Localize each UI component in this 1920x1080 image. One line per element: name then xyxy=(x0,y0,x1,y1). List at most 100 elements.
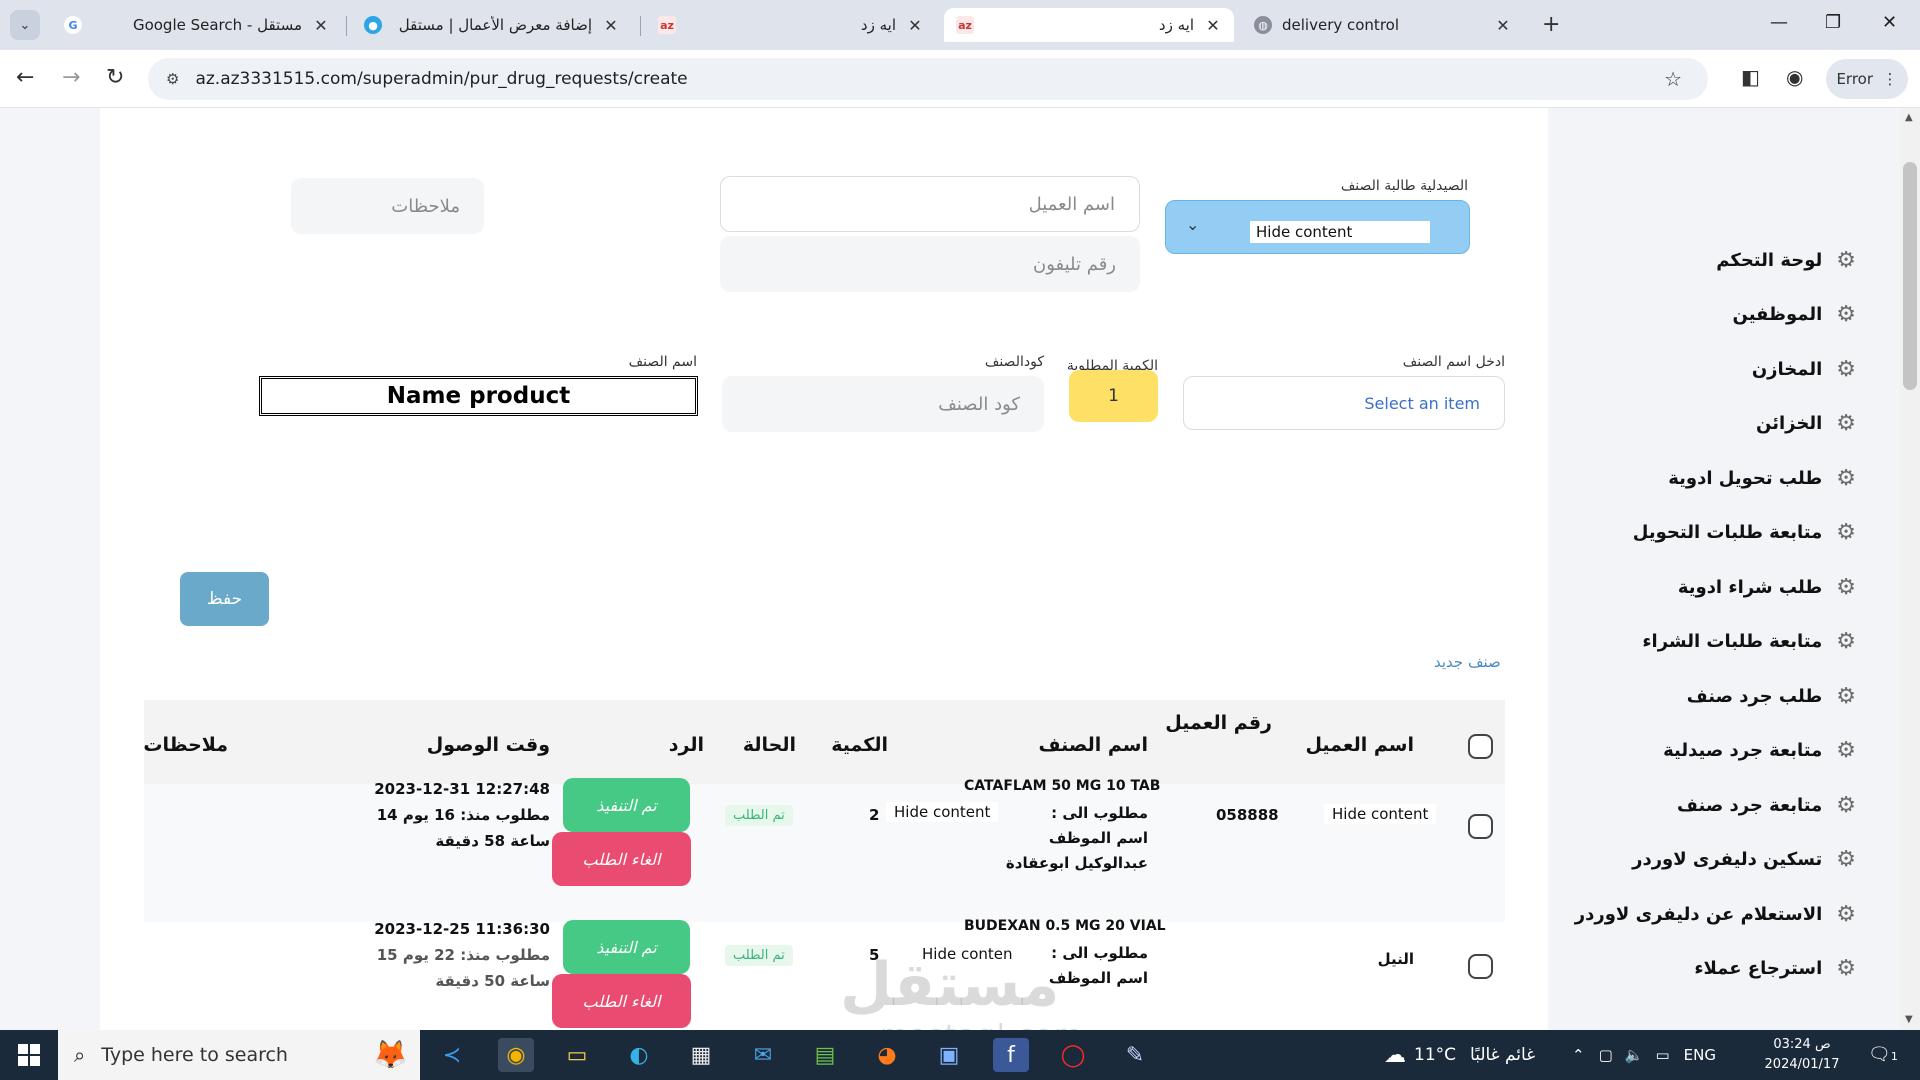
gear-icon: ⚙ xyxy=(1836,847,1856,872)
scroll-down-icon[interactable]: ▼ xyxy=(1905,1014,1913,1025)
customer-number-cell: 058888 xyxy=(1216,806,1279,824)
close-icon[interactable]: ✕ xyxy=(602,16,620,35)
notes-input[interactable]: ملاحظات xyxy=(291,178,484,234)
mail-icon[interactable]: ✉ xyxy=(745,1038,781,1072)
customer-name-input[interactable]: اسم العميل xyxy=(720,176,1140,232)
back-arrow-icon[interactable]: ← xyxy=(16,65,34,90)
close-icon[interactable]: ✕ xyxy=(312,16,330,35)
cancel-request-button[interactable]: الغاء الطلب xyxy=(552,974,691,1028)
item-name-label: اسم الصنف xyxy=(628,354,697,370)
done-button[interactable]: تم التنفيذ xyxy=(563,920,690,974)
chevron-up-icon[interactable]: ⌃ xyxy=(1572,1046,1585,1064)
chrome-icon[interactable]: ◉ xyxy=(498,1038,534,1072)
sidebar-item-customer-returns[interactable]: ⚙ استرجاع عملاء xyxy=(1694,956,1856,981)
edge-icon[interactable]: ◐ xyxy=(621,1038,657,1072)
gear-icon: ⚙ xyxy=(1836,248,1856,273)
gear-icon: ⚙ xyxy=(1836,793,1856,818)
tab-az-1[interactable]: az ايه زد ✕ xyxy=(646,8,936,42)
sidebar-item-inventory-request[interactable]: ⚙ طلب جرد صنف xyxy=(1687,684,1856,709)
sidebar-item-transfer-request[interactable]: ⚙ طلب تحويل ادوية xyxy=(1668,466,1856,491)
new-item-link[interactable]: صنف جديد xyxy=(1434,653,1501,671)
quantity-input[interactable]: 1 xyxy=(1069,370,1158,422)
remote-desktop-icon[interactable]: ▣ xyxy=(931,1038,967,1072)
sidebar-item-dashboard[interactable]: ⚙ لوحة التحكم xyxy=(1716,248,1856,273)
clock[interactable]: 03:24 ص 2024/01/17 xyxy=(1762,1035,1842,1075)
save-button[interactable]: حفظ xyxy=(180,572,269,626)
header-status: الحالة xyxy=(742,734,796,756)
battery-saver-icon[interactable]: ▢ xyxy=(1599,1046,1613,1064)
gear-icon: ⚙ xyxy=(1836,411,1856,436)
sidebar-item-transfer-follow-up[interactable]: ⚙ متابعة طلبات التحويل xyxy=(1633,520,1856,545)
forward-arrow-icon[interactable]: → xyxy=(62,65,80,90)
row-checkbox[interactable] xyxy=(1468,954,1493,979)
tab-mostaql[interactable]: ● إضافة معرض الأعمال | مستقل ✕ xyxy=(352,8,632,42)
header-customer-number: رقم العميل xyxy=(1165,712,1272,734)
status-badge: تم الطلب xyxy=(725,805,793,826)
error-menu-button[interactable]: Error ⋮ xyxy=(1826,59,1908,99)
gear-icon: ⚙ xyxy=(1836,902,1856,927)
done-button[interactable]: تم التنفيذ xyxy=(563,778,690,832)
pharmacy-select[interactable]: ⌄ Hide content xyxy=(1165,200,1470,254)
row-checkbox[interactable] xyxy=(1468,814,1493,839)
scroll-thumb[interactable] xyxy=(1903,162,1917,390)
taskbar-search-box[interactable]: ⌕ Type here to search 🦊 xyxy=(58,1030,420,1080)
sidebar-item-warehouses[interactable]: ⚙ المخازن xyxy=(1752,357,1856,382)
close-window-icon[interactable]: ✕ xyxy=(1882,12,1897,33)
cancel-request-button[interactable]: الغاء الطلب xyxy=(552,832,691,886)
paint-icon[interactable]: ✎ xyxy=(1117,1038,1153,1072)
item-name-field[interactable]: Name product xyxy=(259,376,698,416)
sidebar-item-query-delivery[interactable]: ⚙ الاستعلام عن دليفرى لاوردر xyxy=(1575,902,1856,927)
profile-avatar-icon[interactable]: ◉ xyxy=(1786,65,1803,89)
new-tab-button[interactable]: + xyxy=(1542,12,1560,37)
notification-icon[interactable]: 🗨1 xyxy=(1868,1044,1898,1065)
store-icon[interactable]: ▦ xyxy=(683,1038,719,1072)
close-icon[interactable]: ✕ xyxy=(1494,16,1512,35)
tab-az-active[interactable]: az ايه زد ✕ xyxy=(944,8,1234,42)
sidebar-item-item-inventory[interactable]: ⚙ متابعة جرد صنف xyxy=(1677,793,1856,818)
chevron-down-icon: ⌄ xyxy=(19,17,31,33)
employee-name: عبدالوكيل ابوعقادة xyxy=(1005,854,1148,872)
spreadsheet-app-icon[interactable]: ▤ xyxy=(807,1038,843,1072)
battery-icon[interactable]: ▭ xyxy=(1655,1046,1669,1064)
side-panel-icon[interactable]: ◧ xyxy=(1741,65,1760,89)
sidebar-item-pharmacy-inventory[interactable]: ⚙ متابعة جرد صيدلية xyxy=(1663,738,1856,763)
item-code-input[interactable]: كود الصنف xyxy=(722,376,1044,432)
vscode-icon[interactable]: ≺ xyxy=(434,1038,470,1072)
tab-delivery-control[interactable]: ◍ delivery control ✕ xyxy=(1242,8,1524,42)
bookmark-star-icon[interactable]: ☆ xyxy=(1664,67,1682,91)
tab-google-search[interactable]: G Google Search - مستقل ✕ xyxy=(52,8,342,42)
minimize-icon[interactable]: — xyxy=(1770,12,1788,33)
firefox-icon[interactable]: ◕ xyxy=(869,1038,905,1072)
reload-icon[interactable]: ↻ xyxy=(106,65,124,90)
close-icon[interactable]: ✕ xyxy=(906,16,924,35)
quantity-cell: 2 xyxy=(869,806,880,824)
site-settings-icon[interactable]: ⚙ xyxy=(166,70,179,88)
weather-widget[interactable]: ☁ 11°C غائم غالبًا xyxy=(1384,1030,1535,1080)
sidebar-item-purchase-request[interactable]: ⚙ طلب شراء ادوية xyxy=(1678,575,1856,600)
chevron-down-icon: ⌄ xyxy=(1186,215,1200,234)
gear-icon: ⚙ xyxy=(1836,357,1856,382)
elapsed-time-line1: مطلوب منذ: 16 يوم 14 xyxy=(376,806,550,824)
scroll-up-icon[interactable]: ▲ xyxy=(1905,112,1913,123)
select-all-checkbox[interactable] xyxy=(1468,734,1493,759)
opera-icon[interactable]: ◯ xyxy=(1055,1038,1091,1072)
file-explorer-icon[interactable]: ▭ xyxy=(559,1038,595,1072)
google-icon: G xyxy=(64,16,82,34)
phone-input[interactable]: رقم تليفون xyxy=(720,236,1140,292)
gear-icon: ⚙ xyxy=(1836,302,1856,327)
sidebar-item-purchase-follow-up[interactable]: ⚙ متابعة طلبات الشراء xyxy=(1642,629,1856,654)
item-select[interactable]: Select an item xyxy=(1183,376,1505,430)
sidebar-item-employees[interactable]: ⚙ الموظفين xyxy=(1733,302,1856,327)
windows-start-icon[interactable] xyxy=(18,1044,40,1066)
header-arrival-time: وقت الوصول xyxy=(426,734,550,756)
speaker-icon[interactable]: 🔈 xyxy=(1625,1046,1644,1064)
close-icon[interactable]: ✕ xyxy=(1204,16,1222,35)
tab-search-menu[interactable]: ⌄ xyxy=(10,10,40,40)
sidebar-item-assign-delivery[interactable]: ⚙ تسكين دليفرى لاوردر xyxy=(1632,847,1856,872)
sidebar-item-treasuries[interactable]: ⚙ الخزائن xyxy=(1756,411,1856,436)
address-bar[interactable]: ⚙ az.az3331515.com/superadmin/pur_drug_r… xyxy=(148,58,1708,100)
language-indicator[interactable]: ENG xyxy=(1684,1046,1716,1064)
restore-icon[interactable]: ❐ xyxy=(1825,12,1841,33)
facebook-icon[interactable]: f xyxy=(993,1038,1029,1072)
pharmacy-label: الصيدلية طالبة الصنف xyxy=(1340,178,1468,194)
